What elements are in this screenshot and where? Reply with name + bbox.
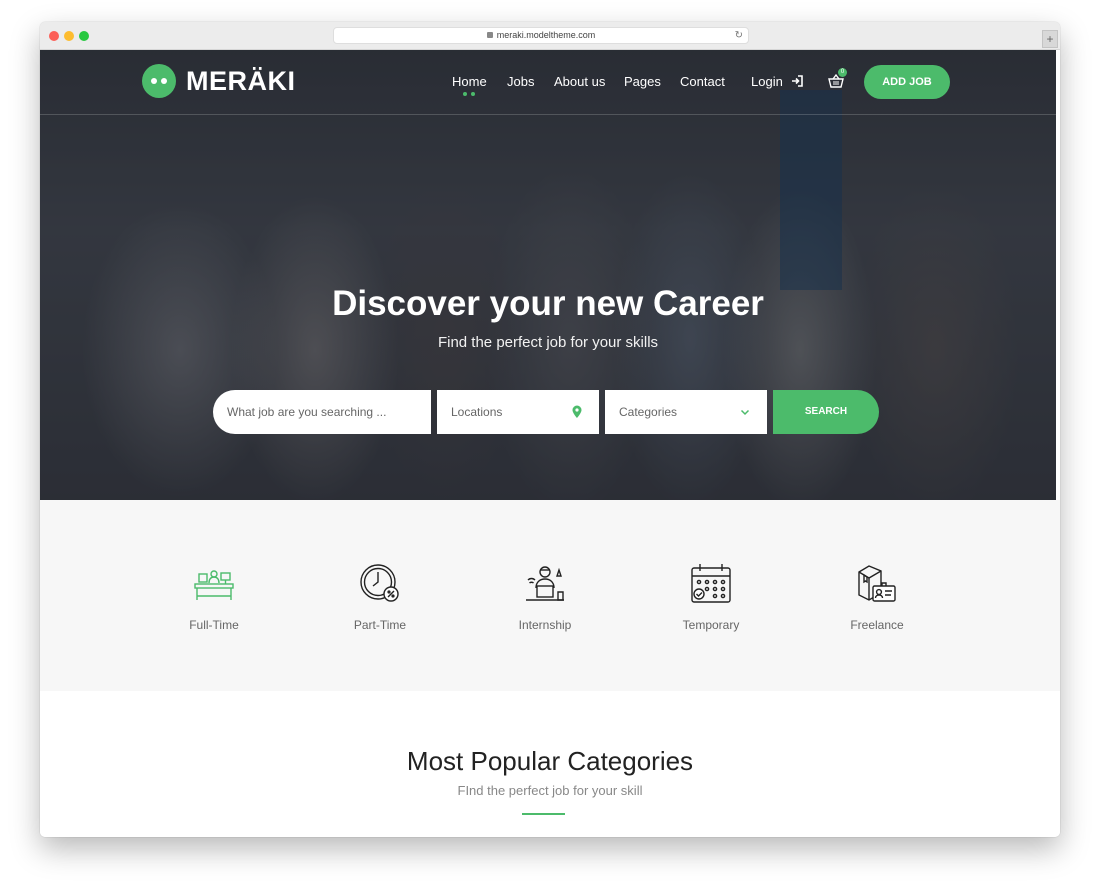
cart-button[interactable]: 0: [828, 68, 847, 89]
address-bar[interactable]: meraki.modeltheme.com ↻: [333, 27, 749, 44]
section-subtitle: FInd the perfect job for your skill: [457, 783, 643, 798]
job-type-internship[interactable]: Internship: [490, 562, 600, 632]
nav-pages-label: Pages: [624, 74, 661, 89]
login-label: Login: [751, 74, 783, 89]
hero-subtitle: Find the perfect job for your skills: [437, 334, 659, 351]
section-title: Most Popular Categories: [406, 746, 694, 776]
lock-icon: [486, 31, 493, 38]
minimize-window-button[interactable]: [64, 31, 74, 41]
sign-in-icon: [792, 75, 804, 87]
desk-icon: [194, 570, 234, 600]
job-type-temporary[interactable]: Temporary: [656, 562, 766, 632]
nav-home-label: Home: [452, 74, 487, 89]
logo-mark-icon: [142, 64, 176, 98]
new-tab-button[interactable]: +: [1042, 30, 1058, 48]
close-window-button[interactable]: [49, 31, 59, 41]
category-select[interactable]: Categories: [605, 390, 767, 434]
hero-title: Discover your new Career: [332, 284, 764, 323]
job-search-placeholder: What job are you searching ...: [227, 405, 387, 419]
map-pin-icon: [572, 405, 582, 418]
job-type-part-time[interactable]: Part-Time: [325, 562, 435, 632]
nav-pages[interactable]: Pages: [624, 74, 661, 89]
location-input[interactable]: Locations: [437, 390, 599, 434]
job-type-label: Freelance: [850, 618, 904, 632]
search-button[interactable]: SEARCH: [773, 390, 879, 434]
location-placeholder: Locations: [451, 405, 503, 419]
add-job-button[interactable]: ADD JOB: [864, 65, 950, 99]
address-url: meraki.modeltheme.com: [496, 30, 596, 40]
job-type-full-time[interactable]: Full-Time: [159, 562, 269, 632]
chevron-down-icon: [740, 409, 750, 416]
login-link[interactable]: Login: [751, 74, 804, 89]
job-search-input[interactable]: What job are you searching ...: [213, 390, 431, 434]
job-types-section: Full-Time Part-Time Internship Temporary…: [40, 500, 1060, 691]
calendar-check-icon: [691, 564, 731, 603]
nav-jobs-label: Jobs: [507, 74, 535, 89]
browser-window: meraki.modeltheme.com ↻ + MERÄKI Home Jo…: [40, 22, 1060, 837]
category-select-value: Categories: [619, 405, 678, 419]
nav-jobs[interactable]: Jobs: [507, 74, 534, 89]
clock-percent-icon: [360, 564, 399, 602]
nav-about-label: About us: [554, 74, 606, 89]
freelance-badge-icon: [858, 565, 896, 602]
section-divider: [522, 813, 565, 815]
cart-count-badge: 0: [838, 68, 847, 77]
browser-toolbar: meraki.modeltheme.com ↻ +: [40, 22, 1060, 50]
job-type-label: Temporary: [682, 618, 740, 632]
nav-about-us[interactable]: About us: [554, 74, 605, 89]
nav-contact-label: Contact: [680, 74, 725, 89]
nav-home[interactable]: Home: [452, 74, 487, 96]
job-type-label: Full-Time: [189, 618, 239, 632]
popular-categories-section: Most Popular Categories FInd the perfect…: [40, 691, 1060, 837]
maximize-window-button[interactable]: [79, 31, 89, 41]
intern-laptop-icon: [526, 566, 564, 601]
header-divider: [40, 114, 1056, 115]
job-type-label: Internship: [518, 618, 572, 632]
logo-text: MERÄKI: [186, 65, 296, 96]
active-indicator: [463, 92, 477, 96]
nav-contact[interactable]: Contact: [680, 74, 725, 89]
site-logo[interactable]: MERÄKI: [142, 64, 296, 98]
job-type-freelance[interactable]: Freelance: [822, 562, 932, 632]
hero-section: MERÄKI Home Jobs About us Pages Contact …: [40, 50, 1056, 500]
job-type-label: Part-Time: [353, 618, 407, 632]
reload-icon[interactable]: ↻: [735, 28, 743, 43]
